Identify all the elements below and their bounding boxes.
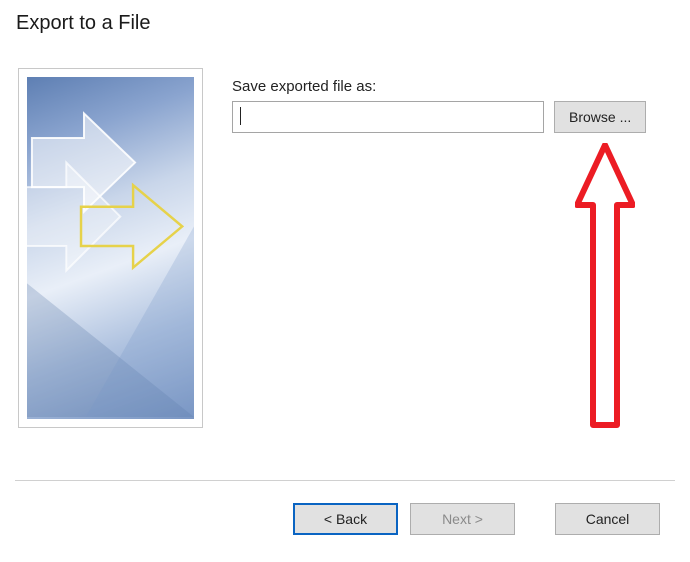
button-bar: < Back Next > Cancel xyxy=(293,503,660,535)
divider xyxy=(15,480,675,481)
text-cursor xyxy=(240,107,241,125)
file-path-input[interactable] xyxy=(232,101,544,133)
browse-button[interactable]: Browse ... xyxy=(554,101,646,133)
wizard-graphic-frame xyxy=(18,68,203,428)
wizard-graphic xyxy=(27,77,194,419)
dialog-title: Export to a File xyxy=(16,12,151,35)
arrows-graphic-icon xyxy=(27,77,194,419)
file-path-label: Save exported file as: xyxy=(232,78,670,95)
back-button[interactable]: < Back xyxy=(293,503,398,535)
next-button: Next > xyxy=(410,503,515,535)
content-area: Save exported file as: Browse ... xyxy=(232,78,670,133)
annotation-arrow-icon xyxy=(575,143,635,433)
file-path-row: Browse ... xyxy=(232,101,670,133)
cancel-button[interactable]: Cancel xyxy=(555,503,660,535)
